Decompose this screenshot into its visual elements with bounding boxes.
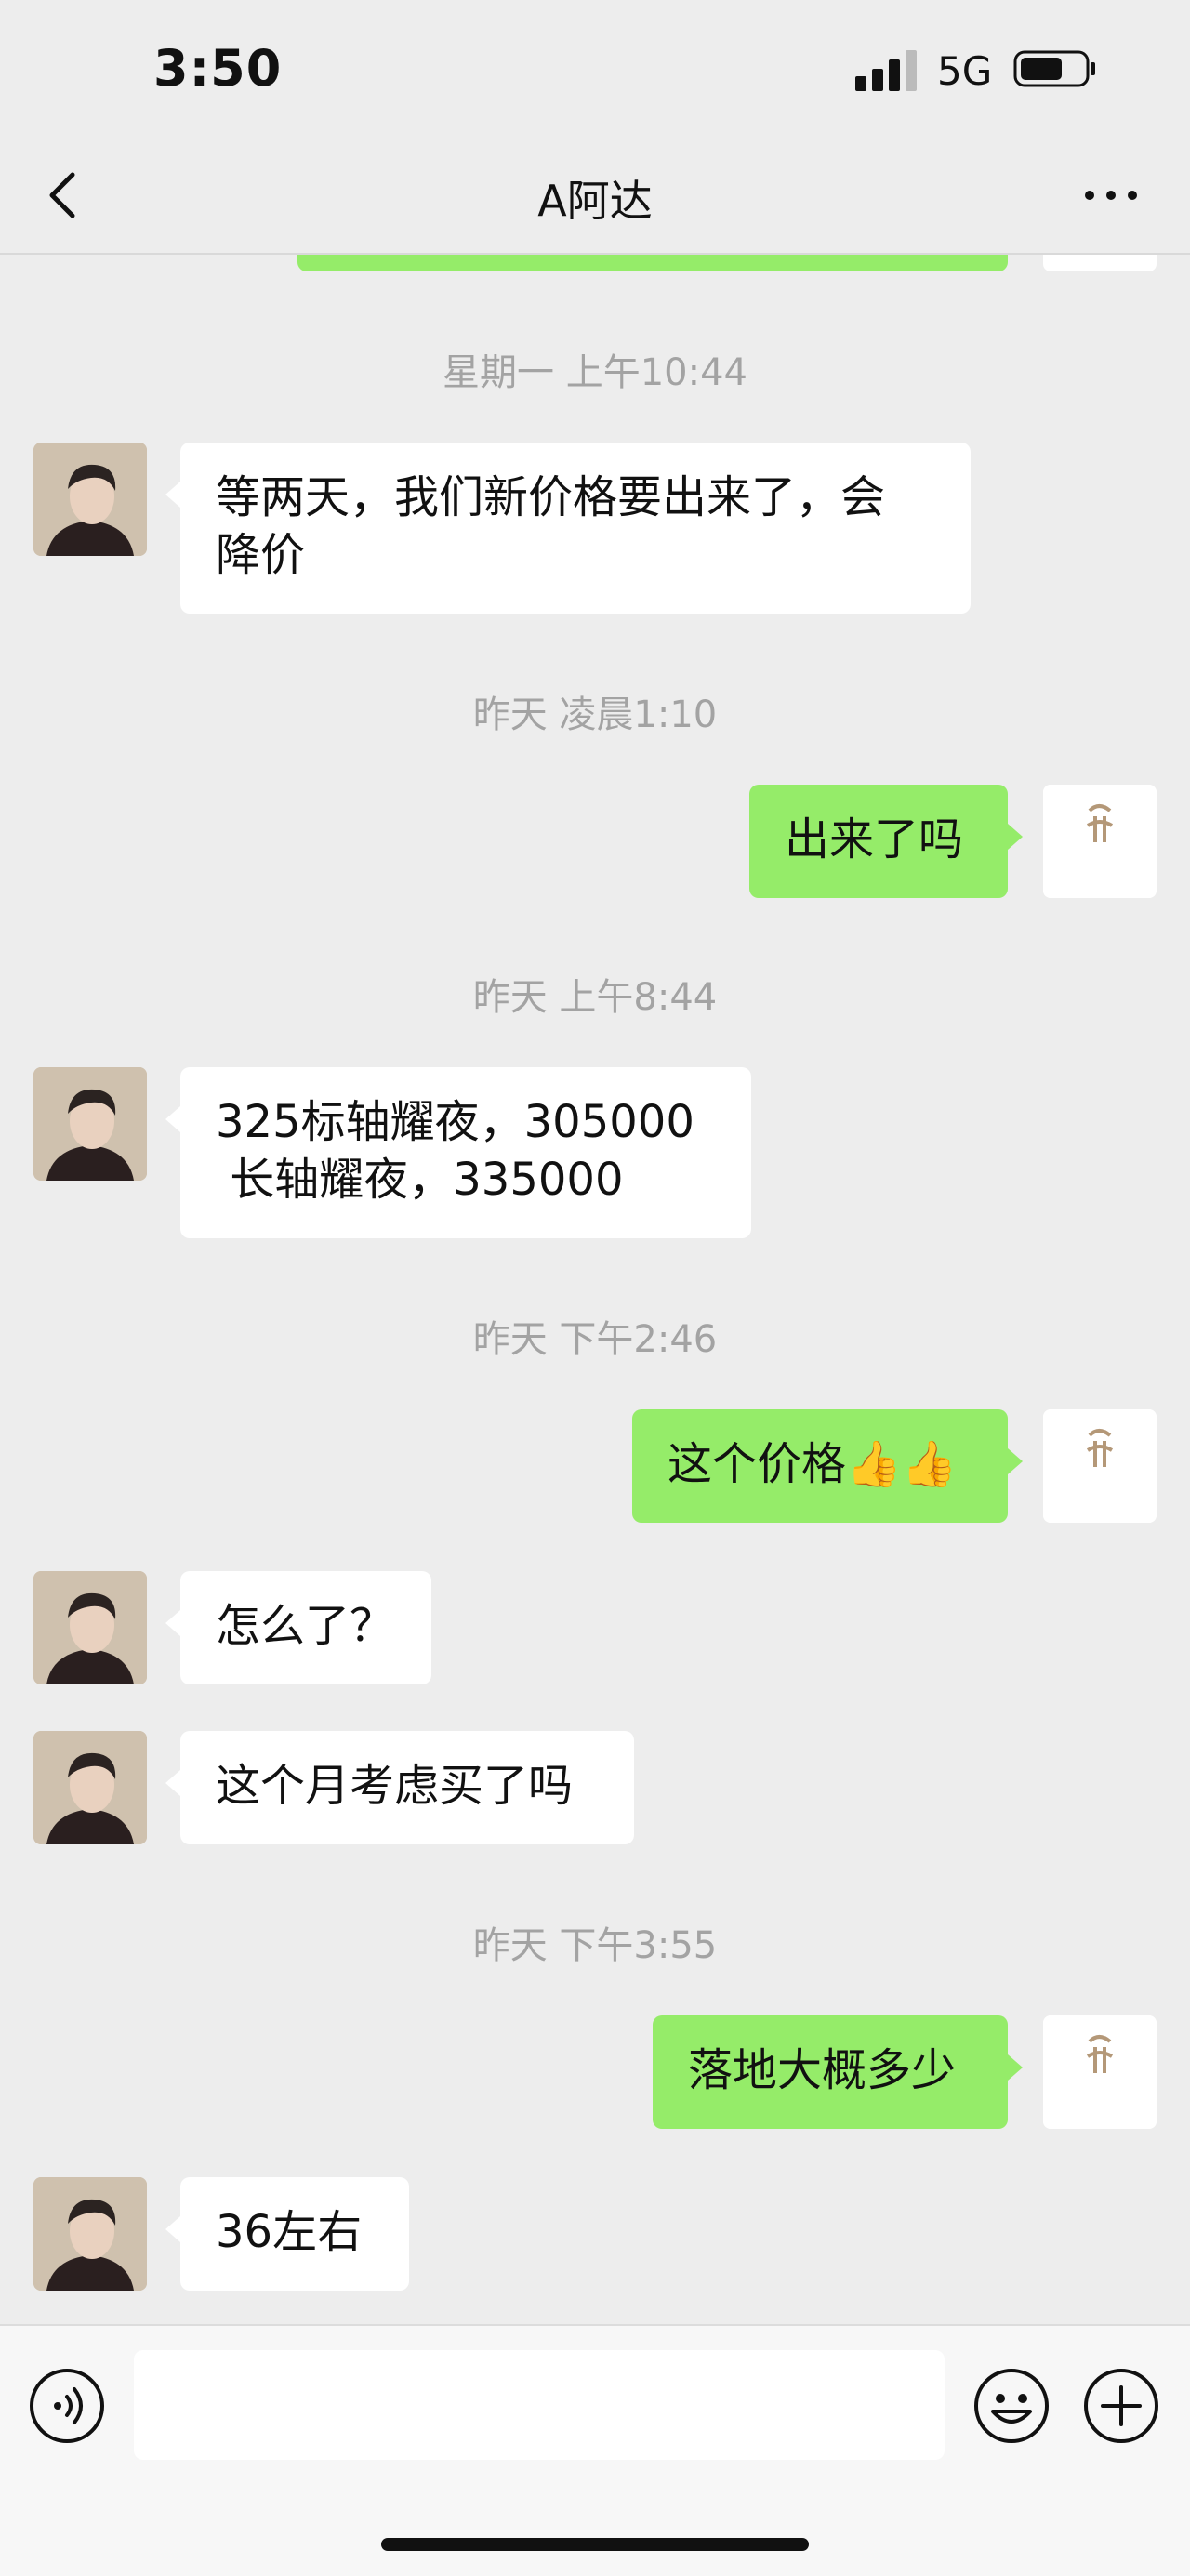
chat-title: A阿达: [537, 176, 653, 226]
message-bubble[interactable]: 36左右: [165, 2177, 409, 2291]
message-bubble[interactable]: 落地大概多少: [653, 2015, 1023, 2129]
contact-avatar[interactable]: [33, 1571, 147, 1684]
contact-avatar[interactable]: [33, 1067, 147, 1181]
self-avatar[interactable]: [1043, 785, 1157, 898]
self-avatar[interactable]: [1043, 2015, 1157, 2129]
message-input[interactable]: [134, 2350, 945, 2460]
contact-avatar[interactable]: [33, 2177, 147, 2291]
home-indicator[interactable]: [381, 2538, 809, 2551]
plus-icon[interactable]: [1082, 2367, 1160, 2445]
more-icon[interactable]: [1078, 167, 1144, 223]
self-avatar[interactable]: [1043, 1409, 1157, 1523]
nav-bar: A阿达: [0, 139, 1190, 255]
voice-icon[interactable]: [28, 2367, 106, 2445]
timestamp: 昨天 上午8:44: [472, 976, 718, 1019]
message-bubble[interactable]: 这个价格👍👍: [632, 1409, 1023, 1523]
timestamp: 昨天 下午2:46: [472, 1318, 718, 1361]
message-bubble[interactable]: 这个月考虑买了吗: [165, 1731, 634, 1844]
message-bubble[interactable]: 等两天，我们新价格要出来了，会 降价: [165, 443, 971, 614]
timestamp: 昨天 凌晨1:10: [472, 694, 718, 736]
timestamp: 昨天 下午3:55: [472, 1924, 718, 1967]
message-bubble[interactable]: 出来了吗: [749, 785, 1023, 898]
timestamp: 星期一 上午10:44: [443, 351, 747, 394]
message-bubble[interactable]: 325标轴耀夜，305000 长轴耀夜，335000: [165, 1067, 751, 1238]
emoji-icon[interactable]: [972, 2367, 1051, 2445]
contact-avatar[interactable]: [33, 1731, 147, 1844]
contact-avatar[interactable]: [33, 443, 147, 556]
input-bar: [0, 2324, 1190, 2576]
message-bubble[interactable]: 怎么了？: [165, 1571, 431, 1684]
message-list[interactable]: 星期一 上午10:44 等两天，我们新价格要出来了，会 降价 昨天 凌晨1:10…: [0, 0, 1190, 2324]
